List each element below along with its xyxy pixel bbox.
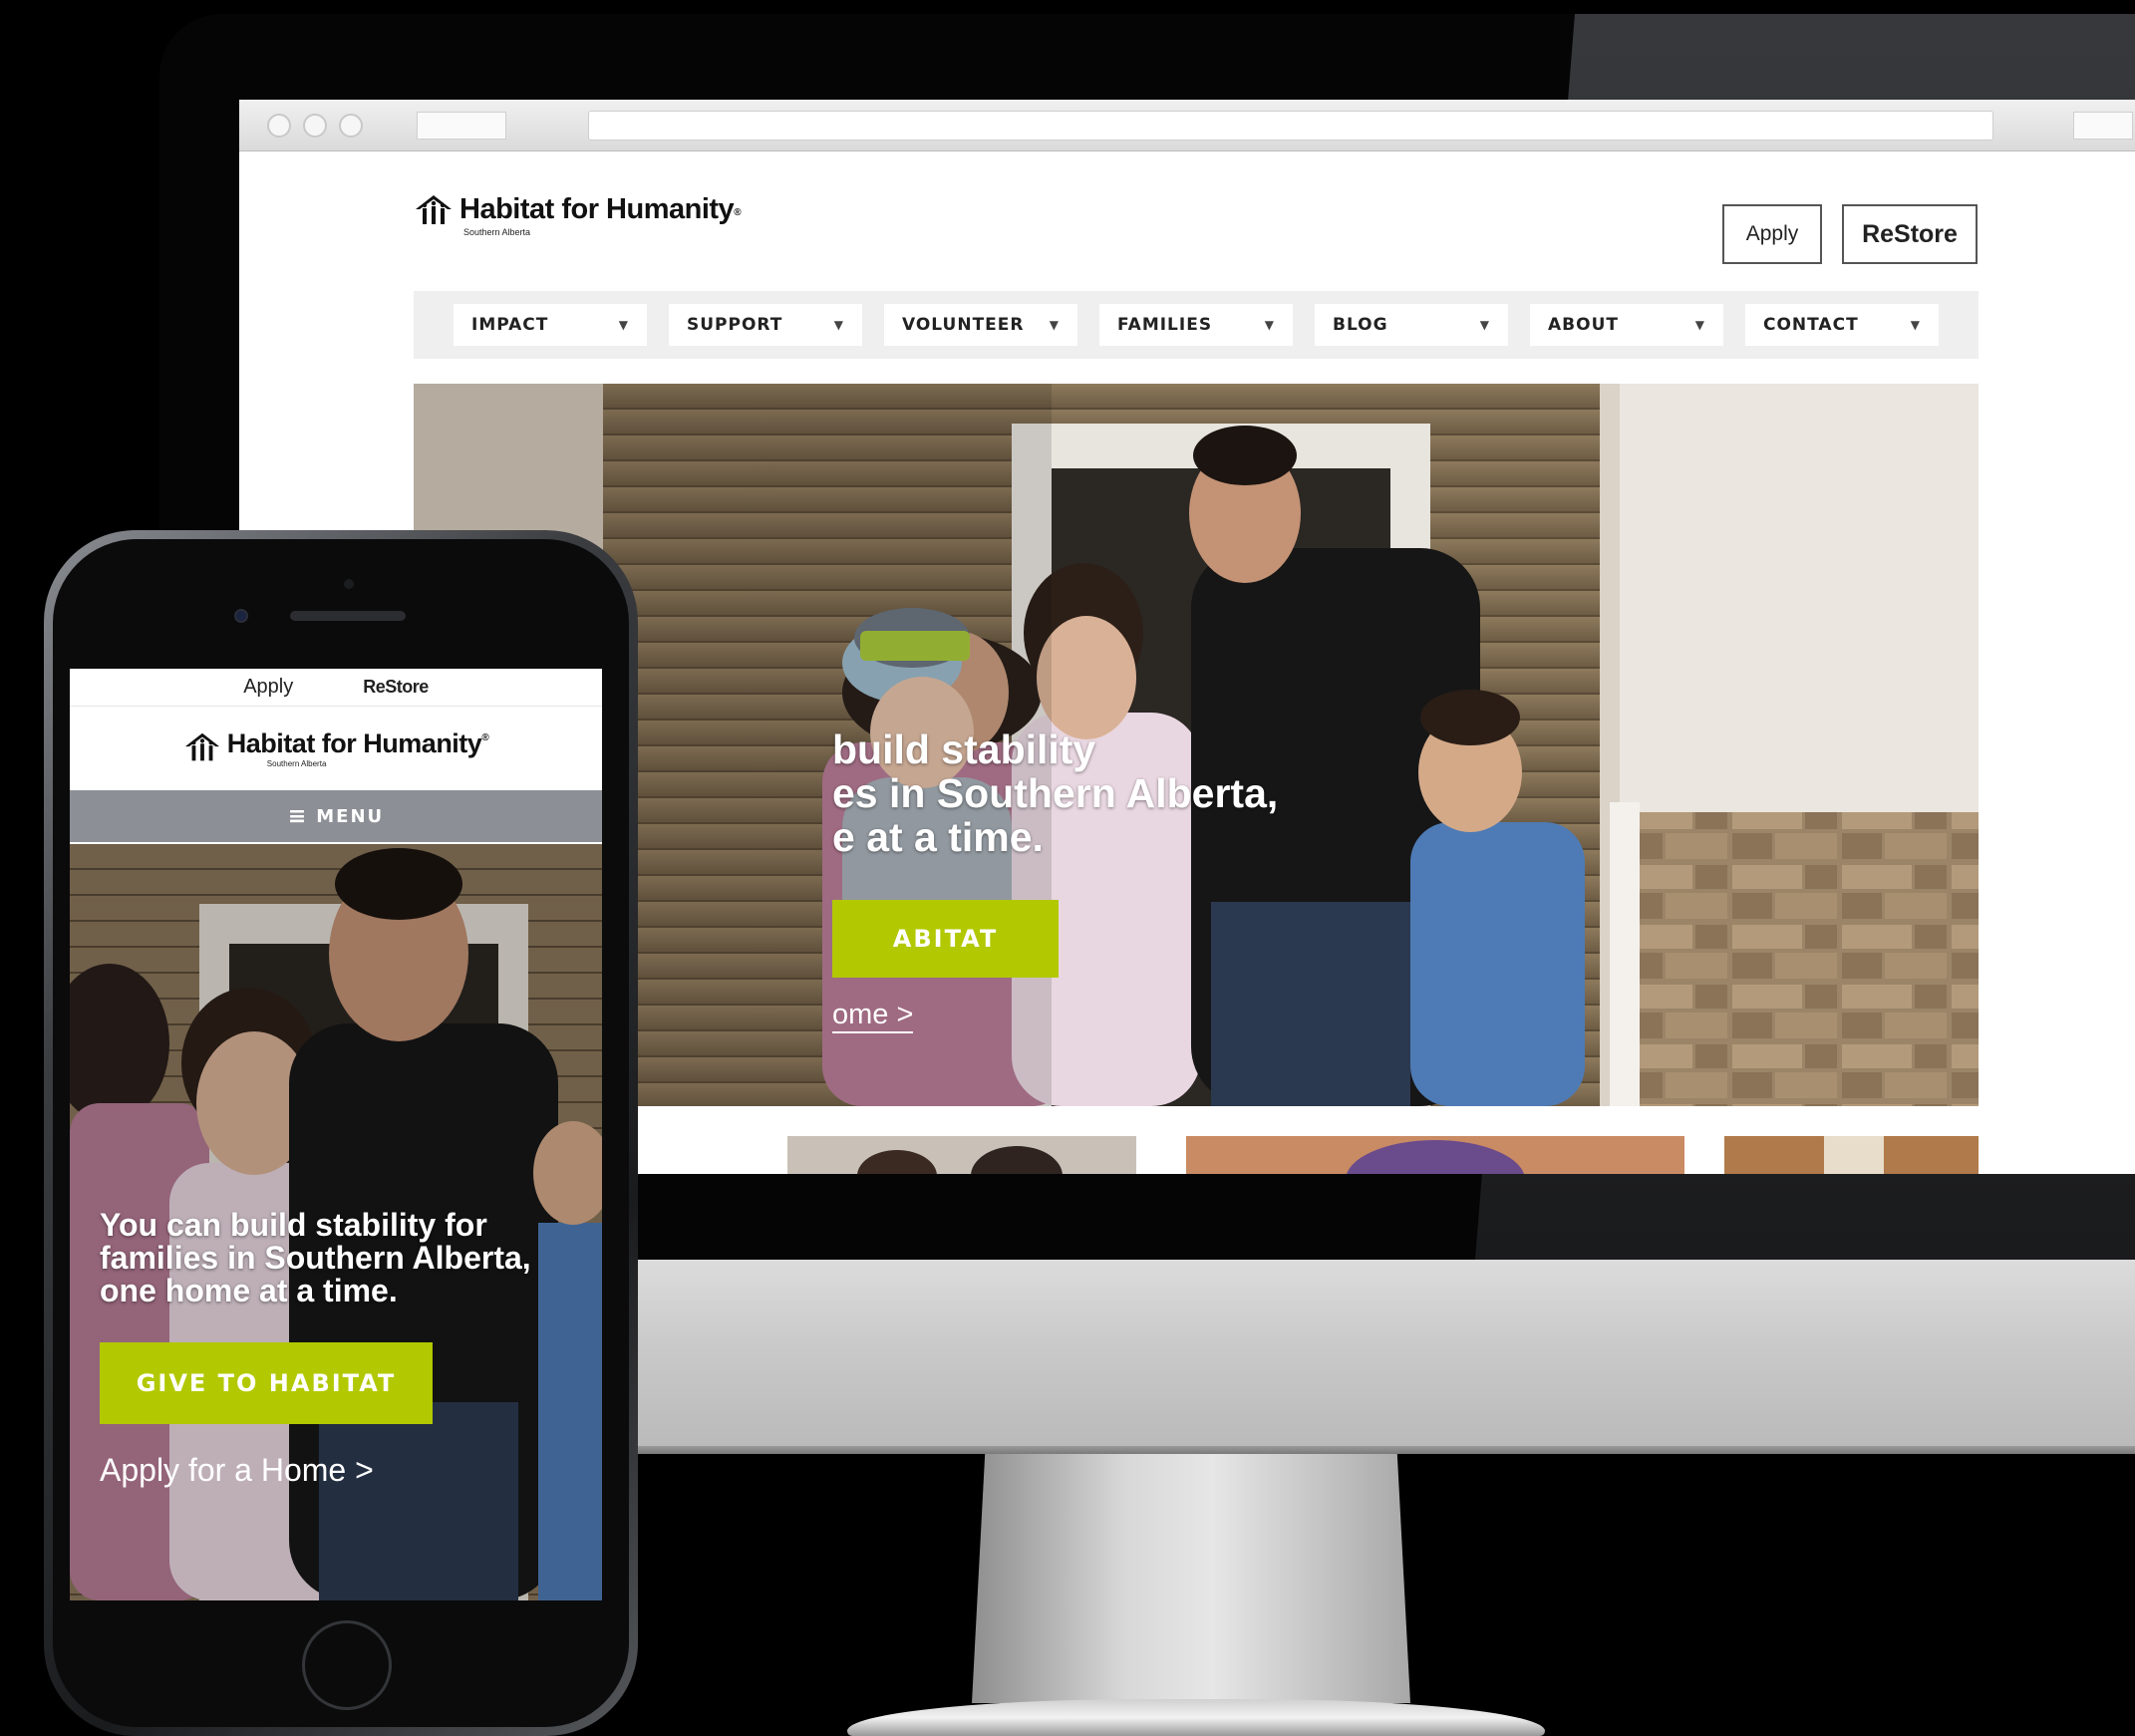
window-minimize-button[interactable] [303,114,327,138]
mobile-menu-button[interactable]: ≡ MENU [70,790,602,842]
chevron-down-icon: ▼ [1479,318,1490,332]
chevron-down-icon: ▼ [1264,318,1275,332]
logo-wordmark: Habitat for Humanity® [459,193,742,225]
mobile-apply-for-home-link[interactable]: Apply for a Home > [100,1452,374,1489]
nav-item-impact[interactable]: IMPACT ▼ [454,304,647,346]
hero-headline: build stability es in Southern Alberta, … [832,726,1279,860]
phone-sensor [344,579,354,589]
mobile-menu-label: MENU [316,805,385,827]
apply-for-home-link[interactable]: ome > [832,999,914,1033]
address-bar[interactable] [588,111,1993,141]
window-close-button[interactable] [267,114,291,138]
nav-item-about[interactable]: ABOUT ▼ [1530,304,1723,346]
monitor-stand-base [847,1699,1545,1736]
mobile-logo-subtitle: Southern Alberta [266,759,327,768]
nav-item-support[interactable]: SUPPORT ▼ [669,304,862,346]
give-to-habitat-button[interactable]: ABITAT [832,900,1059,978]
chevron-down-icon: ▼ [833,318,844,332]
mobile-apply-link[interactable]: Apply [243,676,293,699]
browser-tab[interactable] [417,112,506,140]
chevron-down-icon: ▼ [1910,318,1921,332]
site-logo[interactable]: Habitat for Humanity® Southern Alberta [414,191,792,251]
chevron-down-icon: ▼ [1049,318,1060,332]
hamburger-icon: ≡ [287,803,309,829]
featured-photo-strip [787,1136,1979,1174]
chevron-down-icon: ▼ [1694,318,1705,332]
house-people-icon [184,732,219,761]
browser-menu-button[interactable] [2073,112,2133,140]
nav-item-blog[interactable]: BLOG ▼ [1315,304,1508,346]
mobile-top-links: Apply ReStore [70,669,602,707]
apply-button[interactable]: Apply [1722,204,1822,264]
hero-banner: build stability es in Southern Alberta, … [414,384,1979,1106]
mobile-logo-wordmark: Habitat for Humanity® [226,728,489,758]
nav-item-volunteer[interactable]: VOLUNTEER ▼ [884,304,1077,346]
mobile-restore-link[interactable]: ReStore [363,677,429,698]
phone-speaker [290,611,406,621]
home-button[interactable] [302,1620,392,1710]
window-maximize-button[interactable] [339,114,363,138]
nav-item-families[interactable]: FAMILIES ▼ [1099,304,1293,346]
nav-item-contact[interactable]: CONTACT ▼ [1745,304,1939,346]
chevron-down-icon: ▼ [618,318,629,332]
browser-toolbar [239,100,2135,151]
main-nav: IMPACT ▼ SUPPORT ▼ VOLUNTEER ▼ FAMILIES ▼ BL… [414,291,1979,359]
mobile-hero-headline: You can build stability for families in … [100,1207,531,1308]
logo-subtitle: Southern Alberta [463,227,531,237]
mobile-screen: Apply ReStore Habitat for Humanity® Sout… [70,669,602,1600]
mobile-hero-banner: You can build stability for families in … [70,844,602,1600]
house-people-icon [416,195,452,224]
restore-button[interactable]: ReStore [1842,204,1978,264]
monitor-stand [972,1454,1410,1703]
front-camera-icon [234,609,248,623]
mobile-give-to-habitat-button[interactable]: GIVE TO HABITAT [100,1342,433,1424]
mobile-site-logo[interactable]: Habitat for Humanity® Southern Alberta [70,707,602,790]
